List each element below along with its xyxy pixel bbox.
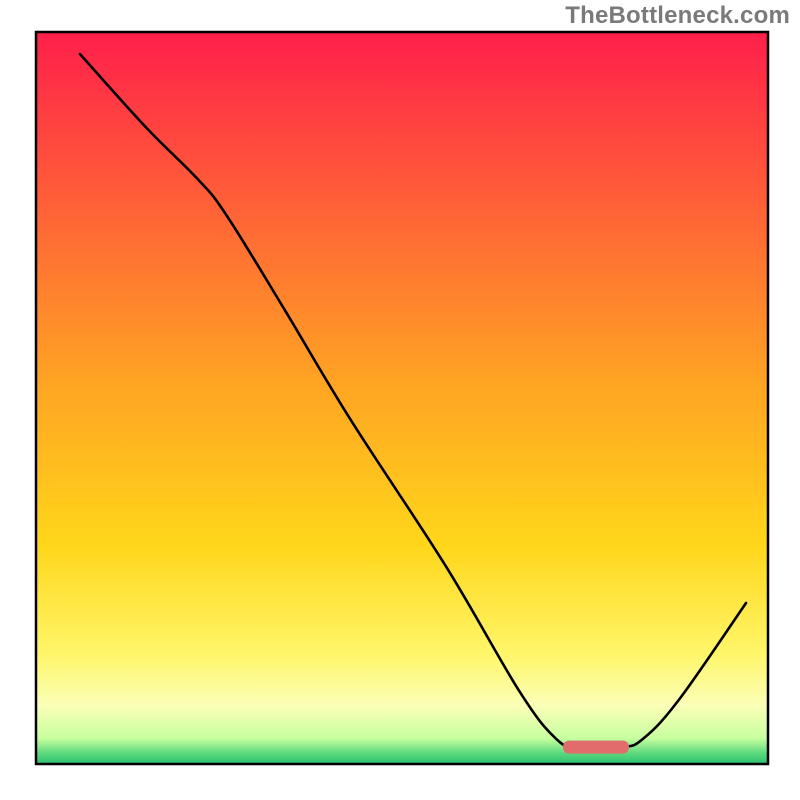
optimal-range-marker bbox=[563, 741, 629, 754]
chart-canvas bbox=[0, 0, 800, 800]
chart-background bbox=[36, 32, 768, 764]
